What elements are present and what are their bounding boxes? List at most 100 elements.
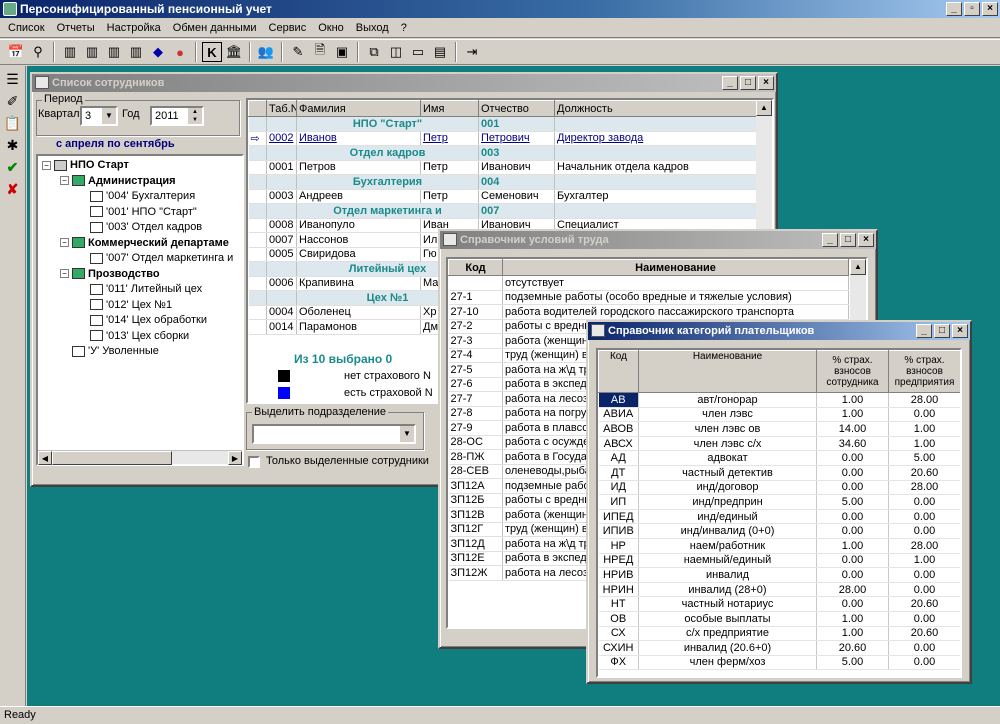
collapse-icon[interactable]: − (60, 269, 69, 279)
minimize-button[interactable]: _ (946, 2, 962, 16)
tree-node[interactable]: '011' Литейный цех (42, 282, 238, 298)
table-row[interactable]: АВСХ член лэвс с/х 34.60 1.00 (598, 436, 960, 452)
users-check-icon[interactable]: ✱ (3, 136, 23, 154)
table-row[interactable]: 0001 Петров Петр Иванович Начальник отдела к… (248, 160, 759, 175)
table-row[interactable]: 27-10 работа водителей городского пассажи… (448, 304, 849, 320)
table-row[interactable]: НРИН инвалид (28+0) 28.00 0.00 (598, 582, 960, 598)
column-header[interactable]: Имя (420, 100, 479, 117)
table-row[interactable]: ИПИВ инд/инвалид (0+0) 0.00 0.00 (598, 523, 960, 539)
cond-close-button[interactable]: × (858, 233, 874, 247)
table-row[interactable]: ИД инд/договор 0.00 28.00 (598, 480, 960, 496)
menu-item[interactable]: Окно (312, 22, 350, 34)
menu-item[interactable]: Отчеты (51, 22, 101, 34)
table-row[interactable]: ИП инд/предприн 5.00 0.00 (598, 494, 960, 510)
table-row[interactable]: СХ с/х предприятие 1.00 20.60 (598, 626, 960, 642)
close-button[interactable]: × (982, 2, 998, 16)
column-header[interactable]: Фамилия (296, 100, 421, 117)
emp-maximize-button[interactable]: □ (740, 76, 756, 90)
group-row[interactable]: НПО "Старт" 001 (248, 116, 759, 132)
ball-icon[interactable]: ● (170, 42, 190, 62)
menu-item[interactable]: Список (2, 22, 51, 34)
maximize-button[interactable]: ▫ (964, 2, 980, 16)
tree-node[interactable]: − НПО Старт (42, 158, 238, 174)
doc-arrow-icon[interactable]: 🗎 (310, 42, 330, 62)
clipboard-icon[interactable]: 📋 (3, 114, 23, 132)
tree-node[interactable]: − Коммерческий департаме (42, 236, 238, 252)
tree-node[interactable]: '003' Отдел кадров (42, 220, 238, 236)
cat-maximize-button[interactable]: □ (934, 324, 950, 338)
col-code[interactable]: Код (448, 259, 503, 276)
collapse-icon[interactable]: − (42, 160, 51, 170)
menu-item[interactable]: Выход (350, 22, 395, 34)
only-selected-checkbox[interactable] (248, 456, 260, 468)
tree-node[interactable]: '013' Цех сборки (42, 329, 238, 345)
book-gray-icon[interactable]: ▥ (126, 42, 146, 62)
table-row[interactable]: ФХ член ферм/хоз 5.00 0.00 (598, 655, 960, 671)
group-row[interactable]: Отдел кадров 003 (248, 145, 759, 161)
arrange-icon[interactable]: ▤ (430, 42, 450, 62)
tree-node[interactable]: − Прозводство (42, 267, 238, 283)
group-row[interactable]: Бухгалтерия 004 (248, 174, 759, 190)
table-row[interactable]: НР наем/работник 1.00 28.00 (598, 538, 960, 554)
edit-icon[interactable]: ✎ (288, 42, 308, 62)
spin-icon[interactable]: ▲ ▼ (188, 108, 202, 124)
collapse-icon[interactable]: − (60, 238, 69, 248)
table-row[interactable]: 0003 Андреев Петр Семенович Бухгалтер (248, 189, 759, 204)
cat-close-button[interactable]: × (952, 324, 968, 338)
table-row[interactable]: АВОВ член лэвс ов 14.00 1.00 (598, 421, 960, 437)
department-tree[interactable]: − НПО Старт − Администрация '004' Бухгалтери… (36, 154, 244, 466)
cat-col-code[interactable]: Код (598, 350, 639, 393)
table-row[interactable]: НРЕД наемный/единый 0.00 1.00 (598, 553, 960, 569)
cat-col-name[interactable]: Наименование (638, 350, 817, 393)
filter-icon[interactable]: ⚲ (28, 42, 48, 62)
quarter-select[interactable]: 3 ▼ (80, 106, 118, 126)
emp-minimize-button[interactable]: _ (722, 76, 738, 90)
table-row[interactable]: ИПЕД инд/единый 0.00 0.00 (598, 509, 960, 525)
chevron-down-icon[interactable]: ▼ (102, 108, 116, 124)
book-green-icon[interactable]: ▥ (104, 42, 124, 62)
tree-node[interactable]: '001' НПО "Старт" (42, 205, 238, 221)
column-header[interactable]: Отчество (478, 100, 555, 117)
bank-icon[interactable]: 🏛 (224, 42, 244, 62)
diamond-icon[interactable]: ◆ (148, 42, 168, 62)
exit-icon[interactable]: ⇥ (462, 42, 482, 62)
select-dept-dropdown[interactable]: ▼ (252, 424, 416, 444)
tile-horizontal-icon[interactable]: ▭ (408, 42, 428, 62)
book-teal-icon[interactable]: ▥ (82, 42, 102, 62)
menu-item[interactable]: Обмен данными (167, 22, 263, 34)
cat-col-employee-pct[interactable]: % страх. взносов сотрудника (816, 350, 889, 393)
cond-minimize-button[interactable]: _ (822, 233, 838, 247)
cancel-x-icon[interactable]: ✘ (3, 180, 23, 198)
cat-minimize-button[interactable]: _ (916, 324, 932, 338)
table-row[interactable]: АВ авт/гонорар 1.00 28.00 (598, 392, 960, 408)
table-row[interactable]: отсутствует (448, 275, 849, 291)
table-row[interactable]: 27-1 подземные работы (особо вредные и тя… (448, 290, 849, 305)
list-indent-icon[interactable]: ☰ (3, 70, 23, 88)
tree-node[interactable]: 'У' Уволенные (42, 344, 238, 360)
book-yellow-icon[interactable]: ▥ (60, 42, 80, 62)
emp-close-button[interactable]: × (758, 76, 774, 90)
eraser-icon[interactable]: ✐ (3, 92, 23, 110)
col-name[interactable]: Наименование (502, 259, 849, 276)
tree-node[interactable]: '007' Отдел маркетинга и (42, 251, 238, 267)
menu-item[interactable]: Сервис (263, 22, 313, 34)
table-row[interactable]: ОВ особые выплаты 1.00 0.00 (598, 611, 960, 627)
tree-node[interactable]: '004' Бухгалтерия (42, 189, 238, 205)
tree-node[interactable]: '012' Цех №1 (42, 298, 238, 314)
year-spinner[interactable]: 2011 ▲ ▼ (150, 106, 204, 126)
table-row[interactable]: СХИН инвалид (20.6+0) 20.60 0.00 (598, 640, 960, 656)
collapse-icon[interactable]: − (60, 176, 69, 186)
table-row[interactable]: АД адвокат 0.00 5.00 (598, 450, 960, 466)
table-row[interactable]: НРИВ инвалид 0.00 0.00 (598, 567, 960, 583)
menu-item[interactable]: Настройка (101, 22, 167, 34)
column-header[interactable]: Должность (554, 100, 759, 117)
k-icon[interactable]: K (202, 42, 222, 62)
cascade-icon[interactable]: ⧉ (364, 42, 384, 62)
table-row[interactable]: ДТ частный детектив 0.00 20.60 (598, 465, 960, 481)
save-icon[interactable]: ▣ (332, 42, 352, 62)
group-row[interactable]: Отдел маркетинга и 007 (248, 203, 759, 219)
users-icon[interactable]: 👥 (256, 42, 276, 62)
tree-node[interactable]: '014' Цех обработки (42, 313, 238, 329)
tree-hscroll[interactable]: ◀ ▶ (38, 450, 242, 465)
table-row[interactable]: ⇨ 0002 Иванов Петр Петрович Директор завода (248, 131, 759, 146)
